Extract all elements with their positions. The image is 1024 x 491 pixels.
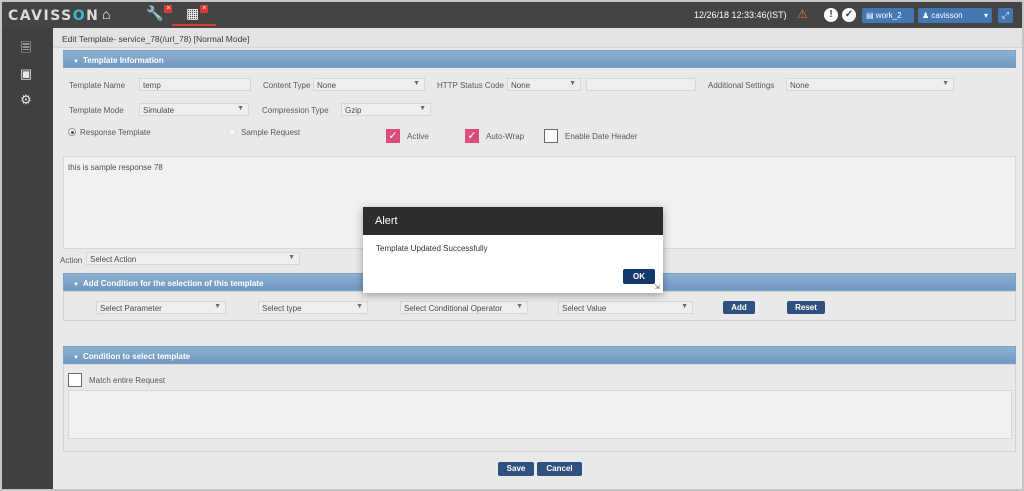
alert-dialog: Alert Template Updated Successfully OK ⇲ [363, 207, 663, 293]
resize-grip-icon[interactable]: ⇲ [654, 283, 660, 291]
alert-message: Template Updated Successfully [376, 244, 488, 253]
alert-ok-button[interactable]: OK [623, 269, 655, 284]
alert-title: Alert [363, 207, 663, 235]
